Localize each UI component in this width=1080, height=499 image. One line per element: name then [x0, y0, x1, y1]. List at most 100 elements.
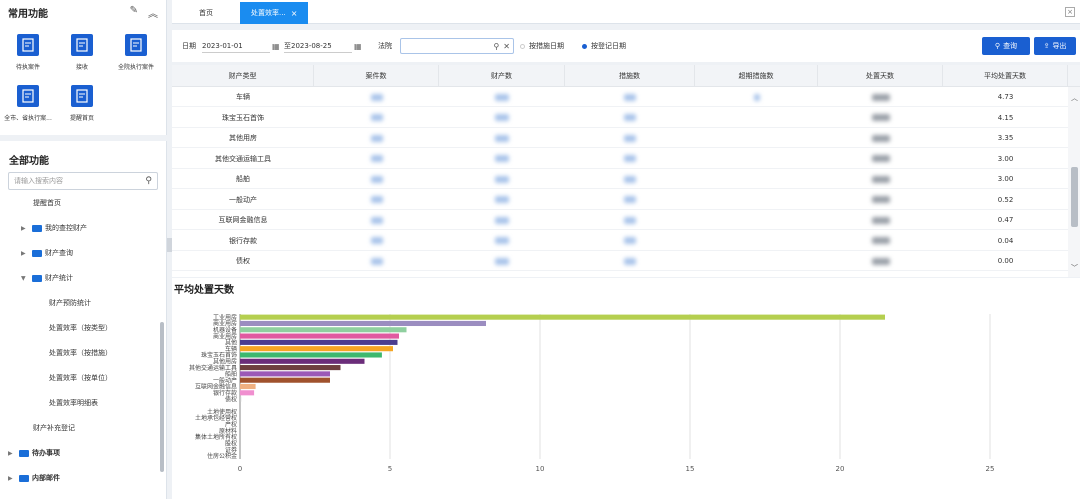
filter-bar: 日期 ▦ ▦ 法院 ⚲ ✕ 按措施日期 按登记日期 ⚲查询 ⇪导出: [172, 30, 1080, 62]
scroll-down-icon[interactable]: ﹀: [1071, 263, 1078, 273]
clear-icon[interactable]: ✕: [503, 42, 510, 51]
cell-avg-days: 3.35: [997, 134, 1014, 142]
cell-redacted: [439, 169, 565, 189]
radio-checked-icon[interactable]: [582, 43, 587, 49]
column-header[interactable]: 财产数: [439, 65, 565, 87]
favorite-court-cases[interactable]: 全院执行案件: [110, 34, 162, 71]
export-button[interactable]: ⇪ 导出: [1034, 37, 1076, 55]
tree-item-label: 处置效率（按类型）: [49, 324, 112, 332]
tree-item-asset-query[interactable]: ▶ 财产查询: [21, 248, 73, 258]
tree-item-efficiency-by-measure[interactable]: 处置效率（按措施）: [49, 348, 112, 358]
chart-panel: 平均处置天数 0 5 10 15 20 25 工业用房 商业用房 机器设备 商业用房 其他 车辆 珠宝玉…: [172, 278, 1080, 499]
cell-redacted: [565, 87, 695, 107]
expand-down-icon[interactable]: ▼: [21, 275, 29, 282]
redacted-value: [370, 155, 383, 162]
sidebar-scrollbar[interactable]: [160, 322, 164, 472]
start-date-input[interactable]: [202, 39, 270, 53]
cell-redacted: [314, 210, 439, 230]
table-scrollbar[interactable]: ︿ ﹀: [1068, 87, 1080, 277]
radio-unchecked-icon[interactable]: [520, 43, 525, 49]
redacted-value: [495, 196, 509, 203]
tree-item-my-assets[interactable]: ▶ 我的查控财产: [21, 223, 87, 233]
table-row[interactable]: 一般动产 0.52: [172, 190, 1068, 210]
column-header[interactable]: 案件数: [314, 65, 439, 87]
cell-redacted: [818, 128, 943, 148]
y-tick-label: 债权: [225, 395, 237, 403]
tree-item-reminder-home[interactable]: 提醒首页: [33, 198, 61, 208]
expand-right-icon[interactable]: ▶: [8, 450, 16, 457]
tab-home[interactable]: 首页: [172, 2, 240, 24]
calendar-icon[interactable]: ▦: [272, 42, 280, 51]
table-row[interactable]: 车辆 4.73: [172, 87, 1068, 107]
cell-redacted: [565, 190, 695, 210]
redacted-value: [624, 257, 636, 265]
tree-item-asset-supplement[interactable]: 财产补充登记: [33, 423, 75, 433]
document-icon: [125, 34, 147, 56]
favorite-label: 提醒首页: [69, 115, 94, 122]
redacted-value: [624, 134, 636, 142]
expand-right-icon[interactable]: ▶: [21, 250, 29, 257]
calendar-icon[interactable]: ▦: [354, 42, 362, 51]
end-date-input[interactable]: [284, 39, 352, 53]
redacted-value: [624, 196, 636, 203]
tree-item-internal-mail[interactable]: ▶ 内部邮件: [8, 473, 60, 483]
x-tick-label: 10: [536, 465, 545, 473]
bar: [240, 314, 885, 320]
tree-item-efficiency-by-unit[interactable]: 处置效率（按单位）: [49, 373, 112, 383]
table-row[interactable]: 船舶 3.00: [172, 169, 1068, 189]
tree-item-label: 处置效率（按单位）: [49, 374, 112, 382]
column-header[interactable]: 超期措施数: [695, 65, 818, 87]
collapse-up-icon[interactable]: ︽: [148, 5, 158, 20]
expand-right-icon[interactable]: ▶: [8, 475, 16, 482]
radio-label: 按措施日期: [529, 42, 564, 50]
court-select[interactable]: ⚲ ✕: [400, 38, 514, 54]
cell-avg-days: 3.00: [997, 175, 1014, 183]
close-all-icon[interactable]: ×: [1065, 7, 1075, 17]
tree-item-asset-stats[interactable]: ▼ 财产统计: [21, 273, 73, 283]
table-row[interactable]: 银行存款 0.04: [172, 231, 1068, 251]
tree-item-efficiency-detail[interactable]: 处置效率明细表: [49, 398, 98, 408]
table-scroll-thumb[interactable]: [1071, 167, 1078, 227]
cell-redacted: [565, 128, 695, 148]
search-icon[interactable]: ⚲: [493, 42, 499, 51]
expand-right-icon[interactable]: ▶: [21, 225, 29, 232]
radio-register-date[interactable]: 按登记日期: [582, 41, 626, 51]
scroll-up-icon[interactable]: ︿: [1071, 93, 1078, 103]
favorite-label: 全市、省执行案...: [4, 115, 52, 122]
table-row[interactable]: 互联网金融信息 0.47: [172, 210, 1068, 230]
column-header[interactable]: 财产类型: [172, 65, 314, 87]
sidebar: 常用功能 ✎ ︽ 待执案件 接收 全院执行案件 全市、省执行案... 提醒首页 …: [0, 0, 167, 499]
search-icon: ⚲: [994, 42, 1001, 50]
favorite-city-cases[interactable]: 全市、省执行案...: [2, 85, 54, 122]
common-functions-header: 常用功能 ✎ ︽: [0, 0, 166, 24]
favorite-pending-cases[interactable]: 待执案件: [2, 34, 54, 71]
favorite-receive[interactable]: 接收: [56, 34, 108, 71]
edit-icon[interactable]: ✎: [130, 5, 138, 20]
tree-item-todo[interactable]: ▶ 待办事项: [8, 448, 60, 458]
table-row[interactable]: 珠宝玉石首饰 4.15: [172, 108, 1068, 128]
radio-label: 按登记日期: [591, 42, 626, 50]
function-search-input[interactable]: [14, 177, 134, 185]
bar-chart: 0 5 10 15 20 25工业用房商业用房机器设备商业用房其他车辆珠宝玉石首饰其他用房…: [189, 313, 994, 473]
favorite-reminder-home[interactable]: 提醒首页: [56, 85, 108, 122]
table-row[interactable]: 债权 0.00: [172, 251, 1068, 271]
close-icon[interactable]: ×: [291, 9, 298, 18]
cell-redacted: [818, 87, 943, 107]
table-row[interactable]: 其他用房 3.35: [172, 128, 1068, 148]
tab-efficiency[interactable]: 处置效率... ×: [240, 2, 308, 24]
query-button[interactable]: ⚲ 查询: [982, 37, 1030, 55]
column-header[interactable]: 平均处置天数: [943, 65, 1068, 87]
table-row[interactable]: 其他交通运输工具 3.00: [172, 149, 1068, 169]
document-icon: [71, 34, 93, 56]
column-header[interactable]: 措施数: [565, 65, 695, 87]
tab-label: 处置效率...: [251, 9, 286, 17]
radio-measure-date[interactable]: 按措施日期: [520, 41, 564, 51]
redacted-value: [495, 237, 509, 244]
redacted-value: [370, 175, 383, 183]
bar: [240, 371, 330, 377]
tree-item-efficiency-by-type[interactable]: 处置效率（按类型）: [49, 323, 112, 333]
tree-item-prevention-stats[interactable]: 财产预防统计: [49, 298, 91, 308]
column-header[interactable]: 处置天数: [818, 65, 943, 87]
cell-redacted: [314, 169, 439, 189]
search-icon[interactable]: ⚲: [145, 176, 152, 186]
